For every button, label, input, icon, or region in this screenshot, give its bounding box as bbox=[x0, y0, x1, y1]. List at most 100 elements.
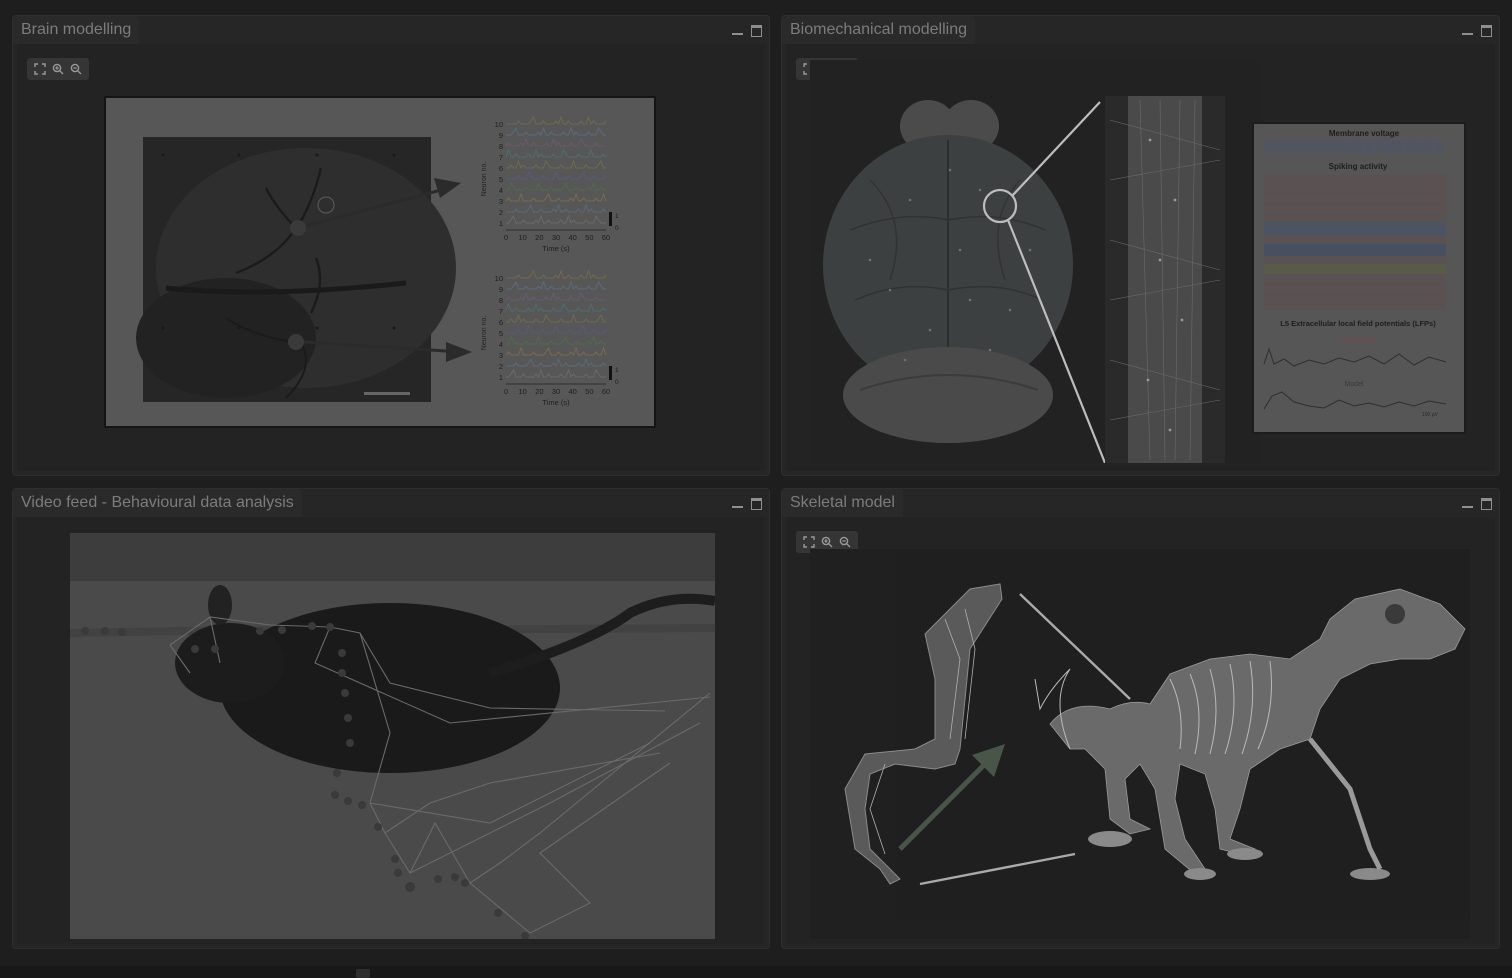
neuron-trace bbox=[506, 368, 606, 378]
brain-anatomy-svg bbox=[810, 60, 1260, 463]
xtick-label: 0 bbox=[504, 233, 508, 242]
neural-activity-inset: Membrane voltage Spiking activity L5 Ext… bbox=[1252, 122, 1466, 434]
neuron-trace bbox=[505, 346, 607, 356]
neuron-trace bbox=[506, 324, 607, 334]
xtick-label: 40 bbox=[568, 387, 576, 396]
behaviour-video-frame[interactable] bbox=[70, 533, 715, 939]
window-controls bbox=[1461, 493, 1493, 513]
brain-anatomy-figure bbox=[810, 60, 1260, 463]
calcium-trace-chart-bottom: Neuron no.109876543210 10 20 30 40 50 60Time (… bbox=[481, 269, 619, 407]
ytick-label: 4 bbox=[499, 340, 503, 349]
xtick-label: 50 bbox=[585, 387, 593, 396]
horizontal-scrollbar-thumb[interactable] bbox=[356, 969, 370, 978]
calcium-trace-chart-top: Neuron no.109876543210 10 20 30 40 50 60Time (… bbox=[481, 115, 619, 253]
minimize-icon[interactable] bbox=[1461, 496, 1474, 510]
ytick-label: 3 bbox=[499, 197, 503, 206]
ytick-label: 1 bbox=[499, 219, 503, 228]
spiking-activity-title: Spiking activity bbox=[1329, 162, 1388, 171]
window-controls bbox=[731, 20, 763, 40]
xtick-label: 60 bbox=[602, 387, 610, 396]
panel-title-skeletal-model[interactable]: Skeletal model bbox=[782, 489, 903, 517]
membrane-voltage-title: Membrane voltage bbox=[1329, 129, 1400, 138]
neuron-trace bbox=[505, 148, 607, 158]
ytick-label: 8 bbox=[499, 142, 503, 151]
zoom-in-icon[interactable] bbox=[820, 535, 834, 549]
neuron-trace bbox=[506, 170, 607, 180]
neural-activity-svg: Membrane voltage Spiking activity L5 Ext… bbox=[1263, 129, 1447, 418]
neuron-trace bbox=[506, 357, 607, 367]
ytick-label: 10 bbox=[495, 274, 503, 283]
maximize-icon[interactable] bbox=[1480, 496, 1493, 510]
xtick-label: 20 bbox=[535, 233, 543, 242]
neuron-trace bbox=[505, 192, 607, 202]
maximize-icon[interactable] bbox=[750, 496, 763, 510]
scale-label: 1 bbox=[615, 367, 619, 374]
ytick-label: 4 bbox=[499, 186, 503, 195]
video-feed-content bbox=[17, 517, 765, 944]
behaviour-video-svg bbox=[70, 533, 715, 939]
panel-title-video-feed[interactable]: Video feed - Behavioural data analysis bbox=[13, 489, 302, 517]
minimize-icon[interactable] bbox=[731, 23, 744, 37]
xtick-label: 50 bbox=[585, 233, 593, 242]
biomechanical-modelling-content: Membrane voltage Spiking activity L5 Ext… bbox=[786, 44, 1495, 471]
xlabel: Time (s) bbox=[542, 244, 570, 253]
minimize-icon[interactable] bbox=[1461, 23, 1474, 37]
ytick-label: 7 bbox=[499, 153, 503, 162]
xtick-label: 30 bbox=[552, 387, 560, 396]
panel-title-brain-modelling[interactable]: Brain modelling bbox=[13, 16, 140, 44]
ytick-label: 8 bbox=[499, 296, 503, 305]
neuron-trace bbox=[506, 159, 606, 169]
ytick-label: 3 bbox=[499, 351, 503, 360]
zoom-out-icon[interactable] bbox=[838, 535, 852, 549]
video-feed-panel: Video feed - Behavioural data analysis bbox=[12, 488, 770, 949]
ylabel: Neuron no. bbox=[481, 162, 488, 197]
xtick-label: 30 bbox=[552, 233, 560, 242]
ytick-label: 10 bbox=[495, 120, 503, 129]
brain-imaging-figure: Neuron no. 10 9 8 7 6 5 4 3 2 1 0 10 20 30 40 50 60 Time (… bbox=[104, 96, 656, 428]
brain-modelling-panel: Brain modelling Neuron no. 10 9 8 7 6 5 … bbox=[12, 15, 770, 476]
ytick-label: 5 bbox=[499, 329, 503, 338]
xtick-label: 60 bbox=[602, 233, 610, 242]
ytick-label: 6 bbox=[499, 164, 503, 173]
fit-view-icon[interactable] bbox=[802, 535, 816, 549]
neuron-trace bbox=[506, 313, 606, 323]
neuron-trace bbox=[505, 291, 606, 301]
model-label: Model bbox=[1344, 381, 1364, 388]
xlabel: Time (s) bbox=[542, 398, 570, 407]
ytick-label: 9 bbox=[499, 285, 503, 294]
zoom-in-icon[interactable] bbox=[51, 62, 65, 76]
neuron-trace bbox=[506, 280, 606, 290]
minimize-icon[interactable] bbox=[731, 496, 744, 510]
skeleton-3d-svg bbox=[844, 549, 1470, 919]
zoom-out-icon[interactable] bbox=[69, 62, 83, 76]
brain-modelling-content: Neuron no. 10 9 8 7 6 5 4 3 2 1 0 10 20 30 40 50 60 Time (… bbox=[17, 44, 765, 471]
ytick-label: 2 bbox=[499, 208, 503, 217]
xtick-label: 20 bbox=[535, 387, 543, 396]
zoom-toolbar bbox=[27, 58, 89, 80]
bottom-status-bar bbox=[0, 966, 1512, 978]
maximize-icon[interactable] bbox=[1480, 23, 1493, 37]
neuron-trace bbox=[506, 335, 606, 345]
xtick-label: 40 bbox=[568, 233, 576, 242]
fit-view-icon[interactable] bbox=[33, 62, 47, 76]
ytick-label: 1 bbox=[499, 373, 503, 382]
scale-label: 100 μV bbox=[1422, 412, 1439, 418]
xtick-label: 10 bbox=[518, 233, 526, 242]
ytick-label: 7 bbox=[499, 307, 503, 316]
ytick-label: 9 bbox=[499, 131, 503, 140]
neuron-trace bbox=[506, 181, 606, 191]
skeletal-model-content bbox=[786, 517, 1495, 944]
skeleton-3d-view[interactable] bbox=[810, 549, 1470, 939]
skeletal-model-panel: Skeletal model bbox=[781, 488, 1500, 949]
neuron-trace bbox=[505, 137, 606, 147]
scale-label: 1 bbox=[615, 213, 619, 220]
window-controls bbox=[1461, 20, 1493, 40]
xtick-label: 0 bbox=[504, 387, 508, 396]
neuron-trace bbox=[505, 302, 607, 312]
scale-label: 0 bbox=[615, 379, 619, 386]
maximize-icon[interactable] bbox=[750, 23, 763, 37]
panel-title-biomechanical-modelling[interactable]: Biomechanical modelling bbox=[782, 16, 975, 44]
experiment-label: Experiment bbox=[1338, 337, 1373, 344]
xtick-label: 10 bbox=[518, 387, 526, 396]
brain-imaging-svg: Neuron no.109876543210 10 20 30 40 50 60Time (… bbox=[136, 115, 619, 407]
